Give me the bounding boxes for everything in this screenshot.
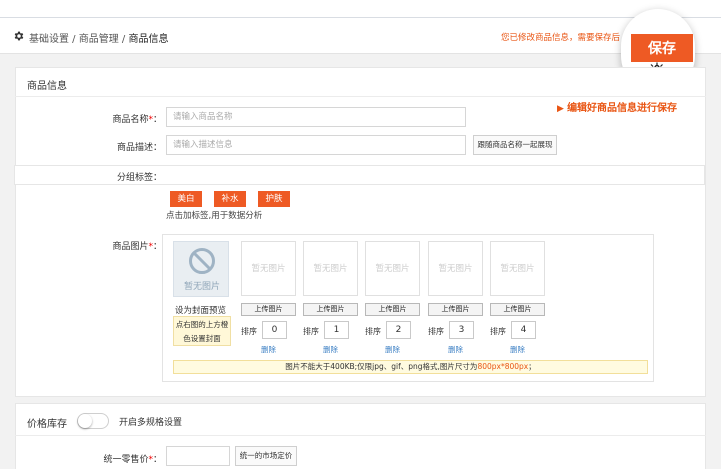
cover-no-image-text: 暂无图片 xyxy=(183,282,220,292)
description-input[interactable] xyxy=(166,135,466,155)
image-notice: 图片不能大于400KB;仅限jpg、gif、png格式,图片尺寸为800px*8… xyxy=(173,360,648,374)
delete-image-link[interactable]: 删除 xyxy=(385,344,400,355)
images-label-text: 商品图片 xyxy=(112,242,149,252)
sort-label: 排序 xyxy=(428,327,444,336)
delete-image-link[interactable]: 删除 xyxy=(323,344,338,355)
upload-image-button[interactable]: 上传图片 xyxy=(428,303,483,316)
tag-item[interactable]: 补水 xyxy=(214,191,246,207)
price-label-text: 统一零售价 xyxy=(103,455,149,465)
cover-tip-line: 色设置封面 xyxy=(183,334,221,343)
sort-label: 排序 xyxy=(365,327,381,336)
desc-label: 商品描述： xyxy=(116,143,162,153)
breadcrumb-separator: / xyxy=(69,34,79,45)
section-divider xyxy=(15,96,706,97)
breadcrumb-item-goods[interactable]: 商品管理 xyxy=(79,34,119,45)
notice-size: 800px*800px xyxy=(477,362,529,371)
upload-image-button[interactable]: 上传图片 xyxy=(365,303,420,316)
image-slot[interactable]: 暂无图片 xyxy=(303,241,358,296)
breadcrumb: 基础设置 / 商品管理 / 商品信息 xyxy=(29,30,168,45)
follow-name-button[interactable]: 跟随商品名称一起展现 xyxy=(473,135,557,155)
cover-preview: 暂无图片 xyxy=(173,241,229,297)
label-colon: ： xyxy=(152,242,162,252)
breadcrumb-item-basic[interactable]: 基础设置 xyxy=(29,34,69,45)
sort-input[interactable]: 1 xyxy=(324,321,349,339)
toggle-knob xyxy=(78,414,92,428)
delete-image-link[interactable]: 删除 xyxy=(510,344,525,355)
upload-image-button[interactable]: 上传图片 xyxy=(490,303,545,316)
notice-suffix: ； xyxy=(528,362,536,371)
save-callout: ▶ 编辑好商品信息进行保存 xyxy=(557,99,677,114)
tags-label: 分组标签： xyxy=(116,173,162,183)
images-label: 商品图片*： xyxy=(100,239,162,252)
sort-input[interactable]: 4 xyxy=(511,321,536,339)
cover-tip-line: 点右图的上方橙 xyxy=(175,320,229,329)
tag-hint: 点击加标签,用于数据分析 xyxy=(166,211,263,221)
multi-spec-label: 开启多规格设置 xyxy=(119,418,183,428)
sort-label: 排序 xyxy=(303,327,319,336)
delete-image-link[interactable]: 删除 xyxy=(261,344,276,355)
upload-image-button[interactable]: 上传图片 xyxy=(303,303,358,316)
save-button[interactable]: 保存 xyxy=(631,34,693,62)
name-label-text: 商品名称 xyxy=(112,115,149,125)
label-colon: ： xyxy=(152,115,162,125)
tag-item[interactable]: 美白 xyxy=(170,191,202,207)
product-name-input[interactable] xyxy=(166,107,466,127)
image-slot[interactable]: 暂无图片 xyxy=(241,241,296,296)
cover-tip: 点右图的上方橙 色设置封面 xyxy=(173,316,231,346)
delete-image-link[interactable]: 删除 xyxy=(448,344,463,355)
top-bar xyxy=(0,0,721,18)
tag-item[interactable]: 护肤 xyxy=(258,191,290,207)
sort-input[interactable]: 0 xyxy=(262,321,287,339)
market-price-button[interactable]: 统一的市场定价 xyxy=(235,446,297,466)
no-image-icon xyxy=(189,248,215,274)
breadcrumb-separator: / xyxy=(118,34,129,45)
sort-label: 排序 xyxy=(241,327,257,336)
upload-image-button[interactable]: 上传图片 xyxy=(241,303,296,316)
save-callout-text: 编辑好商品信息进行保存 xyxy=(567,103,678,114)
multi-spec-toggle[interactable] xyxy=(77,413,109,429)
breadcrumb-current: 商品信息 xyxy=(128,34,169,45)
breadcrumb-bar: 基础设置 / 商品管理 / 商品信息 您已修改商品信息，需要保存后 xyxy=(0,18,721,54)
sort-label: 排序 xyxy=(490,327,506,336)
gear-icon xyxy=(14,31,24,41)
unsaved-hint: 您已修改商品信息，需要保存后 xyxy=(501,33,621,43)
set-cover-label: 设为封面预览 xyxy=(175,306,227,316)
section-title-price: 价格库存 xyxy=(27,419,67,430)
name-label: 商品名称*： xyxy=(100,112,162,125)
section-divider xyxy=(15,435,706,436)
image-slot[interactable]: 暂无图片 xyxy=(490,241,545,296)
sort-input[interactable]: 3 xyxy=(449,321,474,339)
image-slot[interactable]: 暂无图片 xyxy=(365,241,420,296)
price-label: 统一零售价*： xyxy=(80,452,162,465)
retail-price-input[interactable] xyxy=(166,446,230,466)
arrow-right-icon: ▶ xyxy=(557,104,568,114)
notice-text: 图片不能大于400KB;仅限jpg、gif、png格式,图片尺寸为 xyxy=(285,362,478,371)
section-title-goods: 商品信息 xyxy=(27,81,67,92)
sort-input[interactable]: 2 xyxy=(386,321,411,339)
image-slot[interactable]: 暂无图片 xyxy=(428,241,483,296)
label-colon: ： xyxy=(152,455,162,465)
